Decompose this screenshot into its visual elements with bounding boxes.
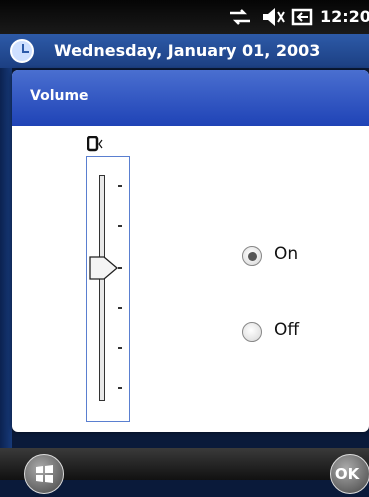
volume-slider[interactable] [86,156,130,422]
speaker-muted-icon[interactable] [260,6,286,28]
radio-off-label[interactable]: Off [274,320,299,340]
dialog-title: Volume [30,88,89,104]
today-bar[interactable]: Wednesday, January 01, 2003 [0,34,369,68]
status-bar: 12:20 [0,0,369,34]
radio-off[interactable] [242,322,262,342]
start-button[interactable] [24,454,64,494]
radio-on-label[interactable]: On [274,244,298,264]
slider-track [99,175,105,401]
slider-tick [118,185,122,187]
ok-button[interactable]: OK [330,454,369,494]
slider-tick [118,387,122,389]
today-date: Wednesday, January 01, 2003 [54,41,321,60]
volume-dialog: Volume On Off [12,70,369,432]
dialog-title-bar: Volume [12,70,369,126]
slider-tick [118,307,122,309]
speaker-icon [87,136,103,152]
slider-thumb[interactable] [89,253,119,283]
connectivity-icon[interactable] [228,6,252,28]
clock-icon [10,39,34,63]
windows-logo-icon [36,465,53,483]
clock[interactable]: 12:20 [320,7,369,26]
softkey-bar: OK [0,448,369,494]
slider-tick [118,225,122,227]
radio-on[interactable] [242,246,262,266]
background-wallpaper [0,68,12,448]
battery-icon[interactable] [290,6,316,28]
slider-tick [118,347,122,349]
